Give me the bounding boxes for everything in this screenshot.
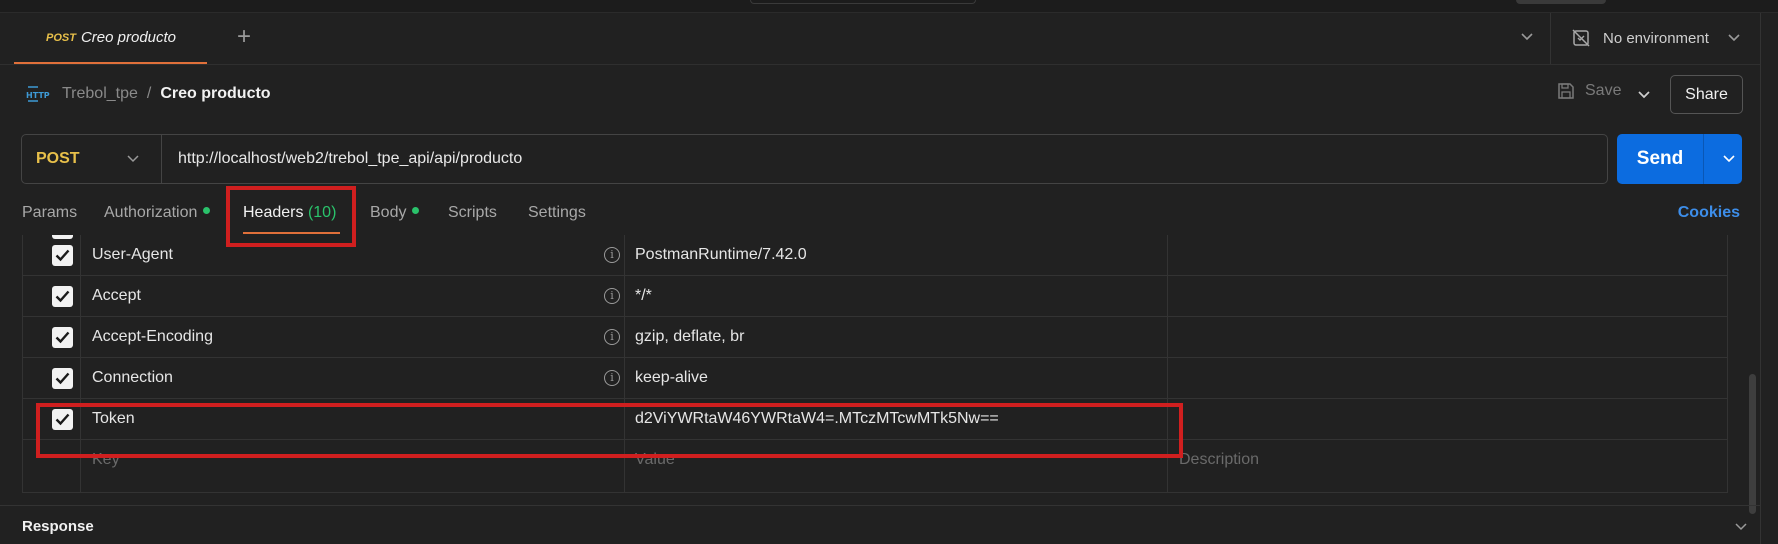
- cookies-link[interactable]: Cookies: [1678, 204, 1740, 222]
- chevron-down-icon: [1521, 33, 1533, 41]
- tab-params[interactable]: Params: [22, 204, 77, 222]
- no-environment-icon: [1572, 29, 1590, 47]
- status-dot: [412, 207, 420, 215]
- table-row: Accept i */*: [23, 276, 1727, 317]
- header-checkbox[interactable]: [52, 245, 73, 266]
- breadcrumb: HTTP Trebol_tpe / Creo producto: [26, 80, 271, 108]
- chevron-down-icon: [127, 155, 139, 163]
- breadcrumb-current[interactable]: Creo producto: [160, 85, 270, 103]
- scrollbar-thumb[interactable]: [1749, 374, 1756, 514]
- header-checkbox[interactable]: [52, 327, 73, 348]
- tab-settings-label: Settings: [528, 204, 586, 221]
- info-icon[interactable]: i: [604, 247, 620, 263]
- tab-title: Creo producto: [80, 29, 177, 46]
- response-panel-header[interactable]: Response: [0, 505, 1760, 544]
- search-bar-edge: [750, 0, 976, 4]
- request-tab[interactable]: POST Creo producto: [14, 13, 207, 64]
- tab-authorization[interactable]: Authorization: [104, 204, 211, 222]
- chevron-down-icon[interactable]: [1732, 520, 1750, 534]
- right-sidebar-edge: [1760, 13, 1778, 544]
- header-checkbox[interactable]: [52, 286, 73, 307]
- header-key[interactable]: User-Agent: [92, 246, 173, 264]
- send-button-group: Send: [1617, 134, 1742, 184]
- description-placeholder[interactable]: Description: [1179, 451, 1259, 469]
- chevron-down-icon: [1728, 34, 1740, 42]
- headers-tab-highlight: [226, 186, 356, 247]
- header-value[interactable]: gzip, deflate, br: [635, 328, 744, 346]
- save-button[interactable]: Save: [1557, 82, 1621, 100]
- save-icon: [1558, 83, 1574, 99]
- share-button[interactable]: Share: [1670, 75, 1743, 114]
- chevron-down-icon[interactable]: [1721, 152, 1737, 166]
- top-strip: [0, 0, 1778, 13]
- environment-dropdown-button[interactable]: [1723, 27, 1745, 49]
- method-selector[interactable]: POST: [22, 135, 162, 183]
- info-icon[interactable]: i: [604, 329, 620, 345]
- status-dot: [203, 207, 211, 215]
- method-label: POST: [36, 150, 80, 167]
- header-checkbox[interactable]: [52, 368, 73, 389]
- tab-body[interactable]: Body: [370, 204, 420, 222]
- tab-bar: POST Creo producto + No environment: [0, 13, 1778, 65]
- header-key[interactable]: Accept-Encoding: [92, 328, 213, 346]
- table-row: Connection i keep-alive: [23, 358, 1727, 399]
- header-key[interactable]: Connection: [92, 369, 173, 387]
- send-divider: [1703, 134, 1704, 184]
- tab-settings[interactable]: Settings: [528, 204, 586, 222]
- info-icon[interactable]: i: [604, 288, 620, 304]
- tab-authorization-label: Authorization: [104, 204, 198, 221]
- new-tab-button[interactable]: +: [231, 24, 257, 50]
- header-key[interactable]: Accept: [92, 287, 141, 305]
- header-value[interactable]: keep-alive: [635, 369, 708, 387]
- checkmark-icon: [55, 290, 70, 303]
- environment-selector[interactable]: No environment: [1571, 25, 1709, 51]
- http-icon-text: HTTP: [26, 91, 50, 100]
- tab-params-label: Params: [22, 204, 78, 221]
- breadcrumb-parent[interactable]: Trebol_tpe: [62, 85, 138, 103]
- tab-method: POST: [46, 31, 76, 44]
- top-button-edge: [1516, 0, 1606, 4]
- save-options-button[interactable]: [1632, 84, 1656, 106]
- checkmark-icon: [55, 249, 70, 262]
- save-label: Save: [1585, 82, 1622, 99]
- tab-scripts[interactable]: Scripts: [448, 204, 497, 222]
- tab-body-label: Body: [370, 204, 407, 221]
- response-label: Response: [22, 518, 94, 535]
- tab-scripts-label: Scripts: [448, 204, 497, 221]
- checkmark-icon: [55, 372, 70, 385]
- breadcrumb-separator: /: [146, 85, 152, 102]
- table-row: Accept-Encoding i gzip, deflate, br: [23, 317, 1727, 358]
- token-row-highlight: [36, 403, 1183, 458]
- header-value[interactable]: PostmanRuntime/7.42.0: [635, 246, 807, 264]
- info-icon[interactable]: i: [604, 370, 620, 386]
- environment-label: No environment: [1603, 29, 1709, 47]
- url-bar: POST http://localhost/web2/trebol_tpe_ap…: [21, 134, 1608, 184]
- checkmark-icon: [55, 331, 70, 344]
- header-value[interactable]: */*: [635, 287, 652, 305]
- tabs-dropdown-button[interactable]: [1516, 25, 1538, 49]
- http-icon: HTTP: [26, 86, 50, 102]
- chevron-down-icon: [1638, 91, 1650, 99]
- divider: [1550, 13, 1551, 64]
- send-button[interactable]: Send: [1617, 134, 1703, 184]
- url-input[interactable]: http://localhost/web2/trebol_tpe_api/api…: [178, 135, 522, 183]
